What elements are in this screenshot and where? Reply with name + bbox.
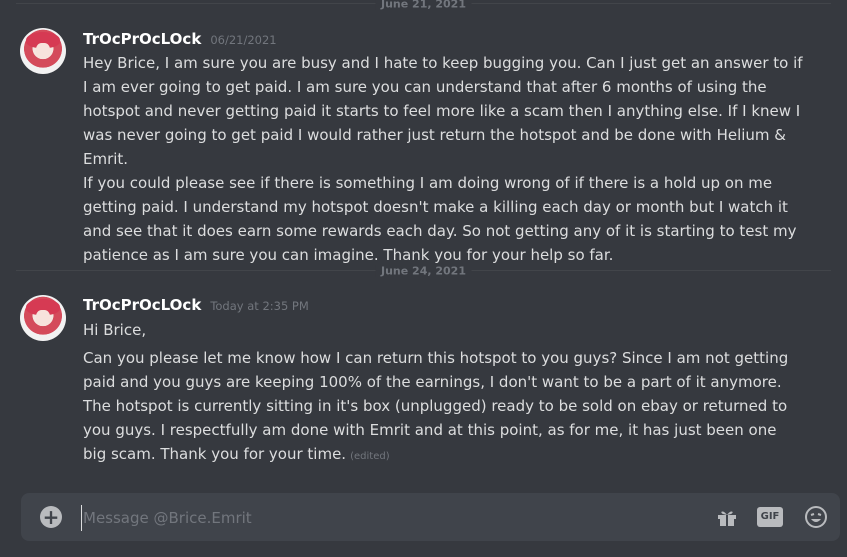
date-divider: June 21, 2021 [16, 0, 831, 11]
date-divider-label: June 24, 2021 [375, 264, 472, 278]
username[interactable]: TrOcPrOcLOck [83, 30, 201, 48]
gift-icon[interactable] [715, 505, 739, 529]
gif-button[interactable]: GIF [757, 507, 783, 527]
gift-icon-svg [718, 511, 736, 526]
username[interactable]: TrOcPrOcLOck [83, 296, 201, 314]
message-paragraph: Can you please let me know how I can ret… [83, 346, 803, 469]
message-paragraph: Hey Brice, I am sure you are busy and I … [83, 54, 803, 168]
emoji-icon-svg [805, 506, 827, 528]
emoji-icon[interactable] [804, 505, 828, 529]
message-content: Hi Brice, Can you please let me know how… [83, 318, 803, 469]
message-text: Can you please let me know how I can ret… [83, 349, 789, 463]
plus-circle-icon[interactable]: + [40, 506, 62, 528]
timestamp[interactable]: Today at 2:35 PM [210, 299, 308, 313]
timestamp[interactable]: 06/21/2021 [210, 33, 276, 47]
message-header: TrOcPrOcLOck 06/21/2021 [83, 30, 277, 48]
avatar-face-shape [36, 43, 50, 59]
message-header: TrOcPrOcLOck Today at 2:35 PM [83, 296, 309, 314]
message-paragraph: If you could please see if there is some… [83, 174, 797, 264]
date-divider: June 24, 2021 [16, 264, 831, 278]
avatar-face-shape [36, 310, 50, 326]
message-input[interactable] [81, 505, 685, 531]
message-content: Hey Brice, I am sure you are busy and I … [83, 51, 803, 267]
avatar[interactable] [20, 295, 66, 341]
message-paragraph: Hi Brice, [83, 321, 147, 339]
edited-label: (edited) [350, 451, 390, 462]
date-divider-label: June 21, 2021 [375, 0, 472, 11]
message-composer: + GIF [21, 493, 840, 541]
avatar[interactable] [20, 28, 66, 74]
